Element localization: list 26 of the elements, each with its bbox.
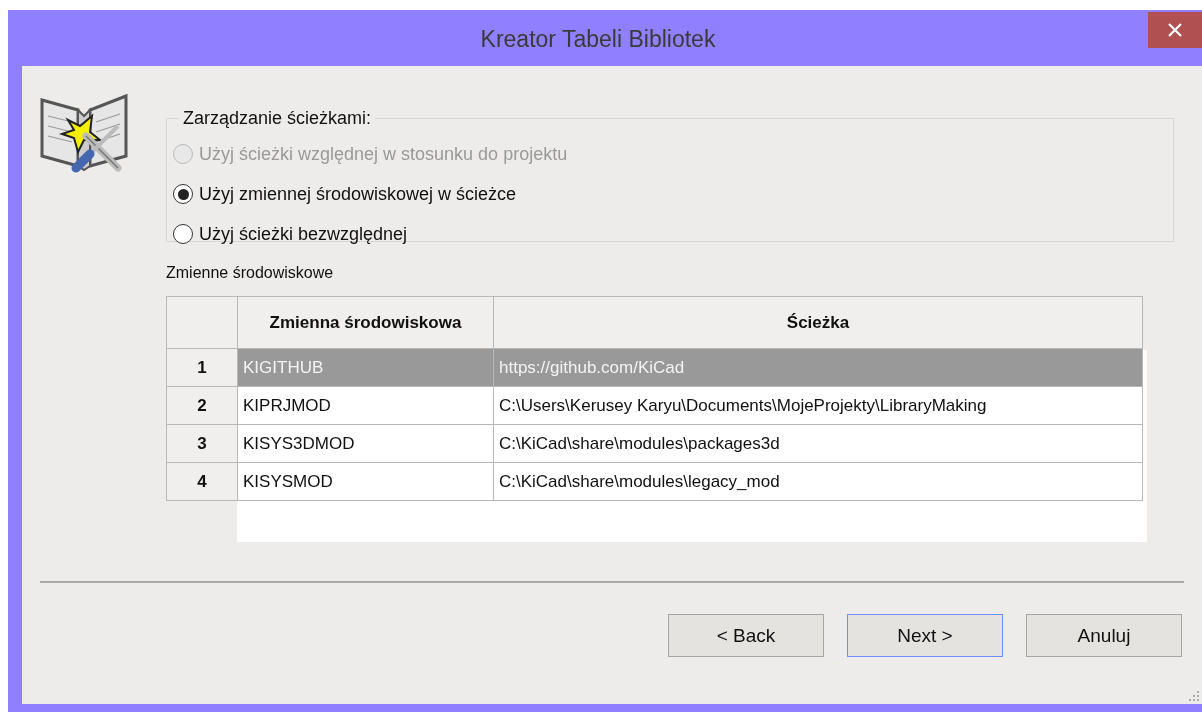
row-header[interactable]: 3 (166, 424, 238, 463)
radio-button[interactable] (173, 224, 193, 244)
resize-grip-icon[interactable] (1188, 690, 1200, 702)
table-cell[interactable]: KIPRJMOD (237, 386, 494, 425)
table-cell[interactable]: KISYSMOD (237, 462, 494, 501)
wizard-button[interactable]: Next > (847, 614, 1003, 657)
row-header[interactable]: 1 (166, 348, 238, 387)
table-label: Zmienne środowiskowe (166, 264, 335, 282)
wizard-button[interactable]: < Back (668, 614, 824, 657)
row-header[interactable]: 4 (166, 462, 238, 501)
table-cell[interactable]: C:\Users\Kerusey Karyu\Documents\MojeProjekty\LibraryMaking (493, 386, 1143, 425)
row-header[interactable]: 2 (166, 386, 238, 425)
column-header[interactable]: Zmienna środowiskowa (237, 296, 494, 349)
corner-header (166, 296, 238, 349)
window-title: Kreator Tabeli Bibliotek (479, 25, 717, 53)
radio-button[interactable] (173, 184, 193, 204)
close-button[interactable] (1148, 12, 1202, 48)
column-header[interactable]: Ścieżka (493, 296, 1143, 349)
close-icon (1167, 22, 1183, 38)
wizard-button[interactable]: Anuluj (1026, 614, 1182, 657)
group-legend: Zarządzanie ścieżkami: (179, 108, 376, 129)
table-cell[interactable]: C:\KiCad\share\modules\packages3d (493, 424, 1143, 463)
table-cell[interactable]: C:\KiCad\share\modules\legacy_mod (493, 462, 1143, 501)
radio-label[interactable]: Użyj ścieżki bezwzględnej (199, 223, 408, 245)
table-cell[interactable]: KISYS3DMOD (237, 424, 494, 463)
radio-label[interactable]: Użyj zmiennej środowiskowej w ścieżce (199, 183, 517, 205)
